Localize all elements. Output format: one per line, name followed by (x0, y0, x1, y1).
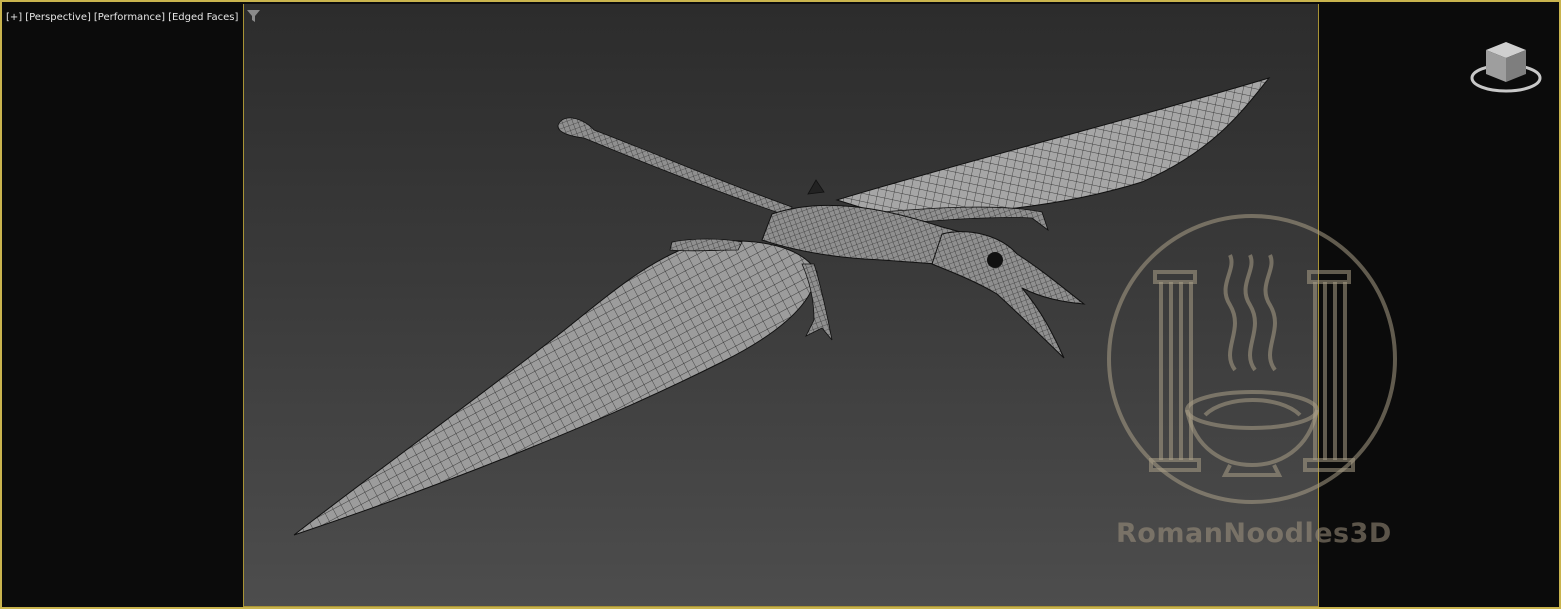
eye (987, 252, 1003, 268)
head-crest (557, 117, 793, 217)
back-spike (807, 179, 825, 195)
viewport-performance-menu[interactable]: [Performance] (94, 12, 165, 23)
left-wing (293, 240, 818, 536)
viewport-label-menu: [+] [Perspective] [Performance] [Edged F… (6, 10, 261, 25)
right-wing (835, 77, 1271, 216)
watermark-text: RomanNoodles3D (1116, 518, 1392, 549)
head (931, 231, 1086, 359)
viewport-shading-menu[interactable]: [Edged Faces] (168, 12, 238, 23)
viewport-point-of-view-menu[interactable]: [Perspective] (25, 12, 91, 23)
filter-funnel-icon[interactable] (247, 10, 261, 25)
left-leg (801, 263, 833, 341)
perspective-viewport[interactable]: RomanNoodles3D [+] [Perspective] [Perfor… (0, 0, 1561, 609)
roman-noodles-logo-icon (1107, 214, 1397, 504)
left-hand (669, 238, 743, 252)
viewport-general-menu[interactable]: [+] (6, 12, 22, 23)
viewcube-icon[interactable] (1468, 36, 1544, 96)
